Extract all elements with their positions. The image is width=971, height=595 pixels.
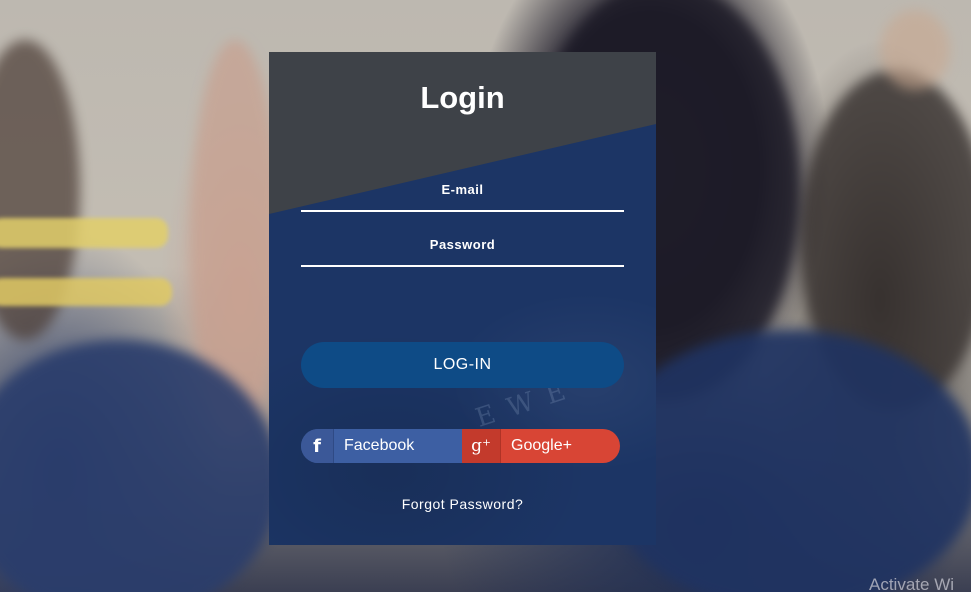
login-title: Login bbox=[420, 80, 505, 115]
activate-windows-watermark: Activate Wi bbox=[869, 575, 955, 594]
facebook-label: Facebook bbox=[344, 437, 415, 454]
google-plus-label: Google+ bbox=[511, 437, 572, 454]
login-card: EWE Login E-mail Password LOG-IN f Faceb… bbox=[269, 52, 656, 545]
social-login-group: f Facebook g⁺ Google+ bbox=[301, 429, 620, 463]
email-field[interactable] bbox=[301, 190, 624, 212]
google-plus-icon: g⁺ bbox=[462, 429, 501, 463]
password-field[interactable] bbox=[301, 245, 624, 267]
forgot-password-link[interactable]: Forgot Password? bbox=[269, 496, 656, 512]
facebook-login-button[interactable]: f Facebook bbox=[301, 429, 462, 463]
facebook-icon: f bbox=[301, 429, 334, 463]
login-button[interactable]: LOG-IN bbox=[301, 342, 624, 388]
google-plus-login-button[interactable]: g⁺ Google+ bbox=[462, 429, 620, 463]
